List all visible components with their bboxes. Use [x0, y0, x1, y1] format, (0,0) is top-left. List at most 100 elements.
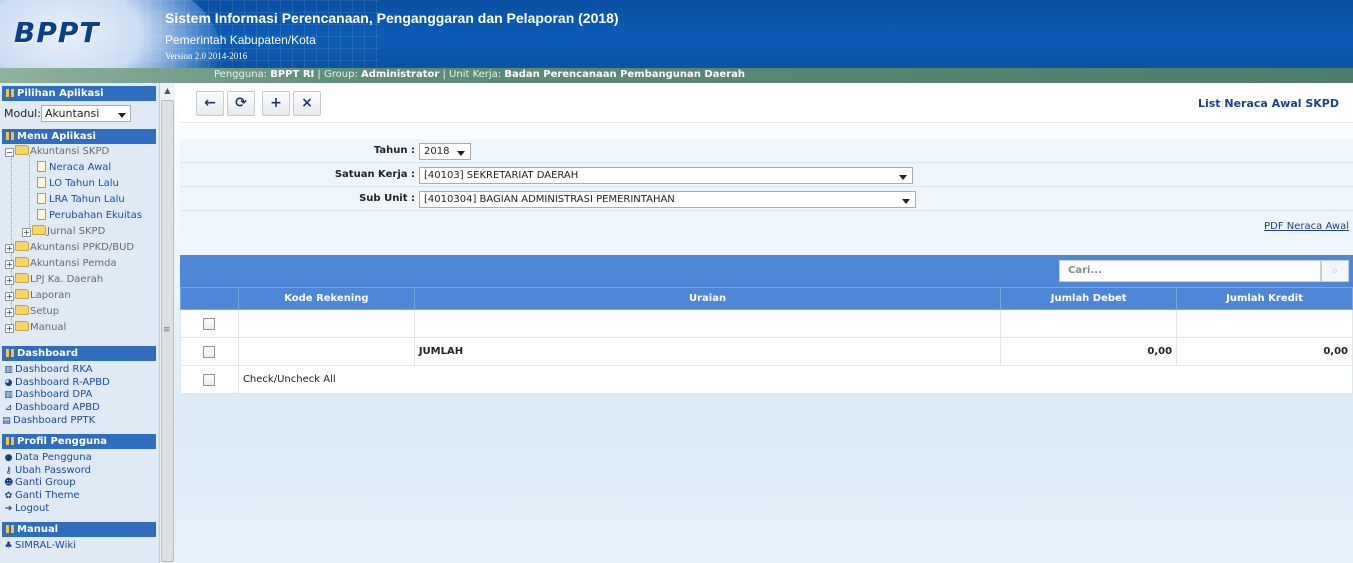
- check-all-label[interactable]: Check/Uncheck All: [237, 365, 1353, 394]
- tree-leaf-neraca-awal[interactable]: Neraca Awal: [37, 161, 111, 175]
- tahun-select[interactable]: 2018: [419, 143, 471, 160]
- user-info-text: Pengguna: BPPT RI | Group: Administrator…: [214, 69, 746, 80]
- panel-header-profil-pengguna[interactable]: Profil Pengguna: [2, 434, 156, 449]
- form-row-subunit: Sub Unit : [4010304] BAGIAN ADMINISTRASI…: [180, 187, 1353, 211]
- dashboard-apbd-link[interactable]: ⊿ Dashboard APBD: [4, 401, 100, 414]
- data-pengguna-link[interactable]: ● Data Pengguna: [4, 451, 92, 464]
- user-value: BPPT RI: [270, 69, 315, 80]
- group-value: Administrator: [361, 69, 440, 80]
- modul-select[interactable]: Akuntansi: [41, 105, 131, 122]
- sitemap-icon: ♣: [4, 541, 13, 551]
- dashboard-dpa-link[interactable]: ▥ Dashboard DPA: [4, 388, 92, 401]
- tree-label: Jurnal SKPD: [47, 226, 106, 237]
- row-checkbox[interactable]: [203, 317, 216, 330]
- link-label: Ubah Password: [15, 465, 92, 476]
- expand-icon[interactable]: +: [22, 228, 31, 237]
- app-title: Sistem Informasi Perencanaan, Penganggar…: [165, 10, 619, 26]
- tree-node-akuntansi-skpd[interactable]: − Akuntansi SKPD: [5, 145, 109, 159]
- tree-label: Akuntansi SKPD: [30, 146, 110, 157]
- tree-label: Akuntansi Pemda: [30, 258, 117, 269]
- chevron-down-icon: [457, 151, 465, 156]
- user-label: Pengguna:: [214, 69, 268, 80]
- search-icon[interactable]: ⌕: [1321, 260, 1349, 282]
- pdf-neraca-awal-link[interactable]: PDF Neraca Awal: [1264, 221, 1349, 232]
- logout-icon: ➔: [4, 504, 13, 514]
- tree-node-akuntansi-pemda[interactable]: + Akuntansi Pemda: [5, 257, 117, 271]
- tree-node-setup[interactable]: + Setup: [5, 305, 59, 319]
- search-input[interactable]: Cari...: [1059, 260, 1321, 282]
- total-label: JUMLAH: [413, 337, 1002, 366]
- unit-value: Badan Perencanaan Pembangunan Daerah: [504, 69, 746, 80]
- tree-label: Manual: [30, 322, 67, 333]
- panel-header-manual[interactable]: Manual: [2, 522, 156, 537]
- back-button[interactable]: ←: [196, 91, 224, 116]
- panel-title: Pilihan Aplikasi: [17, 88, 104, 99]
- simral-wiki-link[interactable]: ♣ SIMRAL-Wiki: [4, 539, 76, 552]
- column-header-kredit[interactable]: Jumlah Kredit: [1176, 287, 1353, 310]
- expand-icon[interactable]: +: [5, 324, 14, 333]
- refresh-button[interactable]: ⟳: [227, 91, 255, 116]
- unit-label: Unit Kerja:: [449, 69, 502, 80]
- folder-icon: [15, 305, 29, 315]
- modul-select-value: Akuntansi: [45, 107, 100, 120]
- add-button[interactable]: +: [262, 91, 290, 116]
- panel-header-dashboard[interactable]: Dashboard: [2, 346, 156, 361]
- total-debet: 0,00: [1000, 337, 1178, 366]
- panel-icon: [6, 437, 14, 445]
- panel-header-menu-aplikasi[interactable]: Menu Aplikasi: [2, 129, 156, 144]
- link-label: SIMRAL-Wiki: [15, 540, 76, 551]
- subunit-select[interactable]: [4010304] BAGIAN ADMINISTRASI PEMERINTAH…: [419, 191, 916, 208]
- expand-icon[interactable]: +: [5, 308, 14, 317]
- tree-leaf-lo-tahun-lalu[interactable]: LO Tahun Lalu: [37, 177, 119, 191]
- app-header: BPPT Sistem Informasi Perencanaan, Penga…: [0, 0, 1353, 83]
- tree-leaf-perubahan-ekuitas[interactable]: Perubahan Ekuitas: [37, 209, 142, 223]
- panel-icon: [6, 525, 14, 533]
- dashboard-rka-link[interactable]: ▥ Dashboard RKA: [4, 363, 93, 376]
- folder-icon: [15, 321, 29, 331]
- folder-icon: [32, 225, 46, 235]
- panel-icon: [6, 132, 14, 140]
- panel-icon: [6, 349, 14, 357]
- link-label: Dashboard RKA: [15, 364, 93, 375]
- document-icon: [37, 193, 46, 204]
- expand-icon[interactable]: +: [5, 276, 14, 285]
- check-all-checkbox[interactable]: [203, 373, 216, 386]
- ganti-group-link[interactable]: ☻ Ganti Group: [4, 476, 76, 489]
- check-all-row: Check/Uncheck All: [180, 365, 1353, 394]
- column-header-debet[interactable]: Jumlah Debet: [1000, 287, 1178, 310]
- toolbar: ← ⟳ + × List Neraca Awal SKPD: [180, 83, 1353, 123]
- satker-select[interactable]: [40103] SEKRETARIAT DAERAH: [419, 167, 913, 184]
- tree-node-lpj[interactable]: + LPJ Ka. Daerah: [5, 273, 103, 287]
- ganti-theme-link[interactable]: ✿ Ganti Theme: [4, 489, 80, 502]
- tree-node-laporan[interactable]: + Laporan: [5, 289, 71, 303]
- scroll-up-icon[interactable]: ▲: [160, 83, 175, 99]
- panel-title: Menu Aplikasi: [17, 131, 96, 142]
- modul-label: Modul:: [4, 107, 41, 120]
- page-title: List Neraca Awal SKPD: [1197, 97, 1339, 110]
- tree-node-akuntansi-ppkd[interactable]: + Akuntansi PPKD/BUD: [5, 241, 134, 255]
- tree-node-jurnal-skpd[interactable]: + Jurnal SKPD: [22, 225, 105, 239]
- data-table: Kode Rekening Uraian Jumlah Debet Jumlah…: [180, 287, 1353, 394]
- tahun-label: Tahun :: [373, 145, 415, 156]
- filter-form: Tahun : 2018 Satuan Kerja : [40103] SEKR…: [180, 139, 1353, 237]
- satker-select-value: [40103] SEKRETARIAT DAERAH: [424, 170, 579, 181]
- tree-leaf-lra-tahun-lalu[interactable]: LRA Tahun Lalu: [37, 193, 125, 207]
- collapse-icon[interactable]: −: [5, 148, 14, 157]
- refresh-icon: ⟳: [235, 95, 247, 111]
- column-header-uraian[interactable]: Uraian: [413, 287, 1002, 310]
- chevron-down-icon: [899, 175, 907, 180]
- tree-label: LRA Tahun Lalu: [49, 194, 125, 205]
- panel-header-pilihan-aplikasi[interactable]: Pilihan Aplikasi: [2, 86, 156, 101]
- delete-button[interactable]: ×: [293, 91, 321, 116]
- sidebar-scrollbar[interactable]: ▲ ≡: [159, 83, 175, 563]
- expand-icon[interactable]: +: [5, 292, 14, 301]
- column-header-kode[interactable]: Kode Rekening: [237, 287, 415, 310]
- dashboard-pptk-link[interactable]: ▤ Dashboard PPTK: [2, 414, 95, 427]
- tree-node-manual[interactable]: + Manual: [5, 321, 66, 335]
- expand-icon[interactable]: +: [5, 244, 14, 253]
- row-checkbox[interactable]: [203, 345, 216, 358]
- grid-toolbar: Cari... ⌕: [180, 255, 1353, 287]
- expand-icon[interactable]: +: [5, 260, 14, 269]
- logout-link[interactable]: ➔ Logout: [4, 502, 50, 515]
- plus-icon: +: [270, 95, 282, 111]
